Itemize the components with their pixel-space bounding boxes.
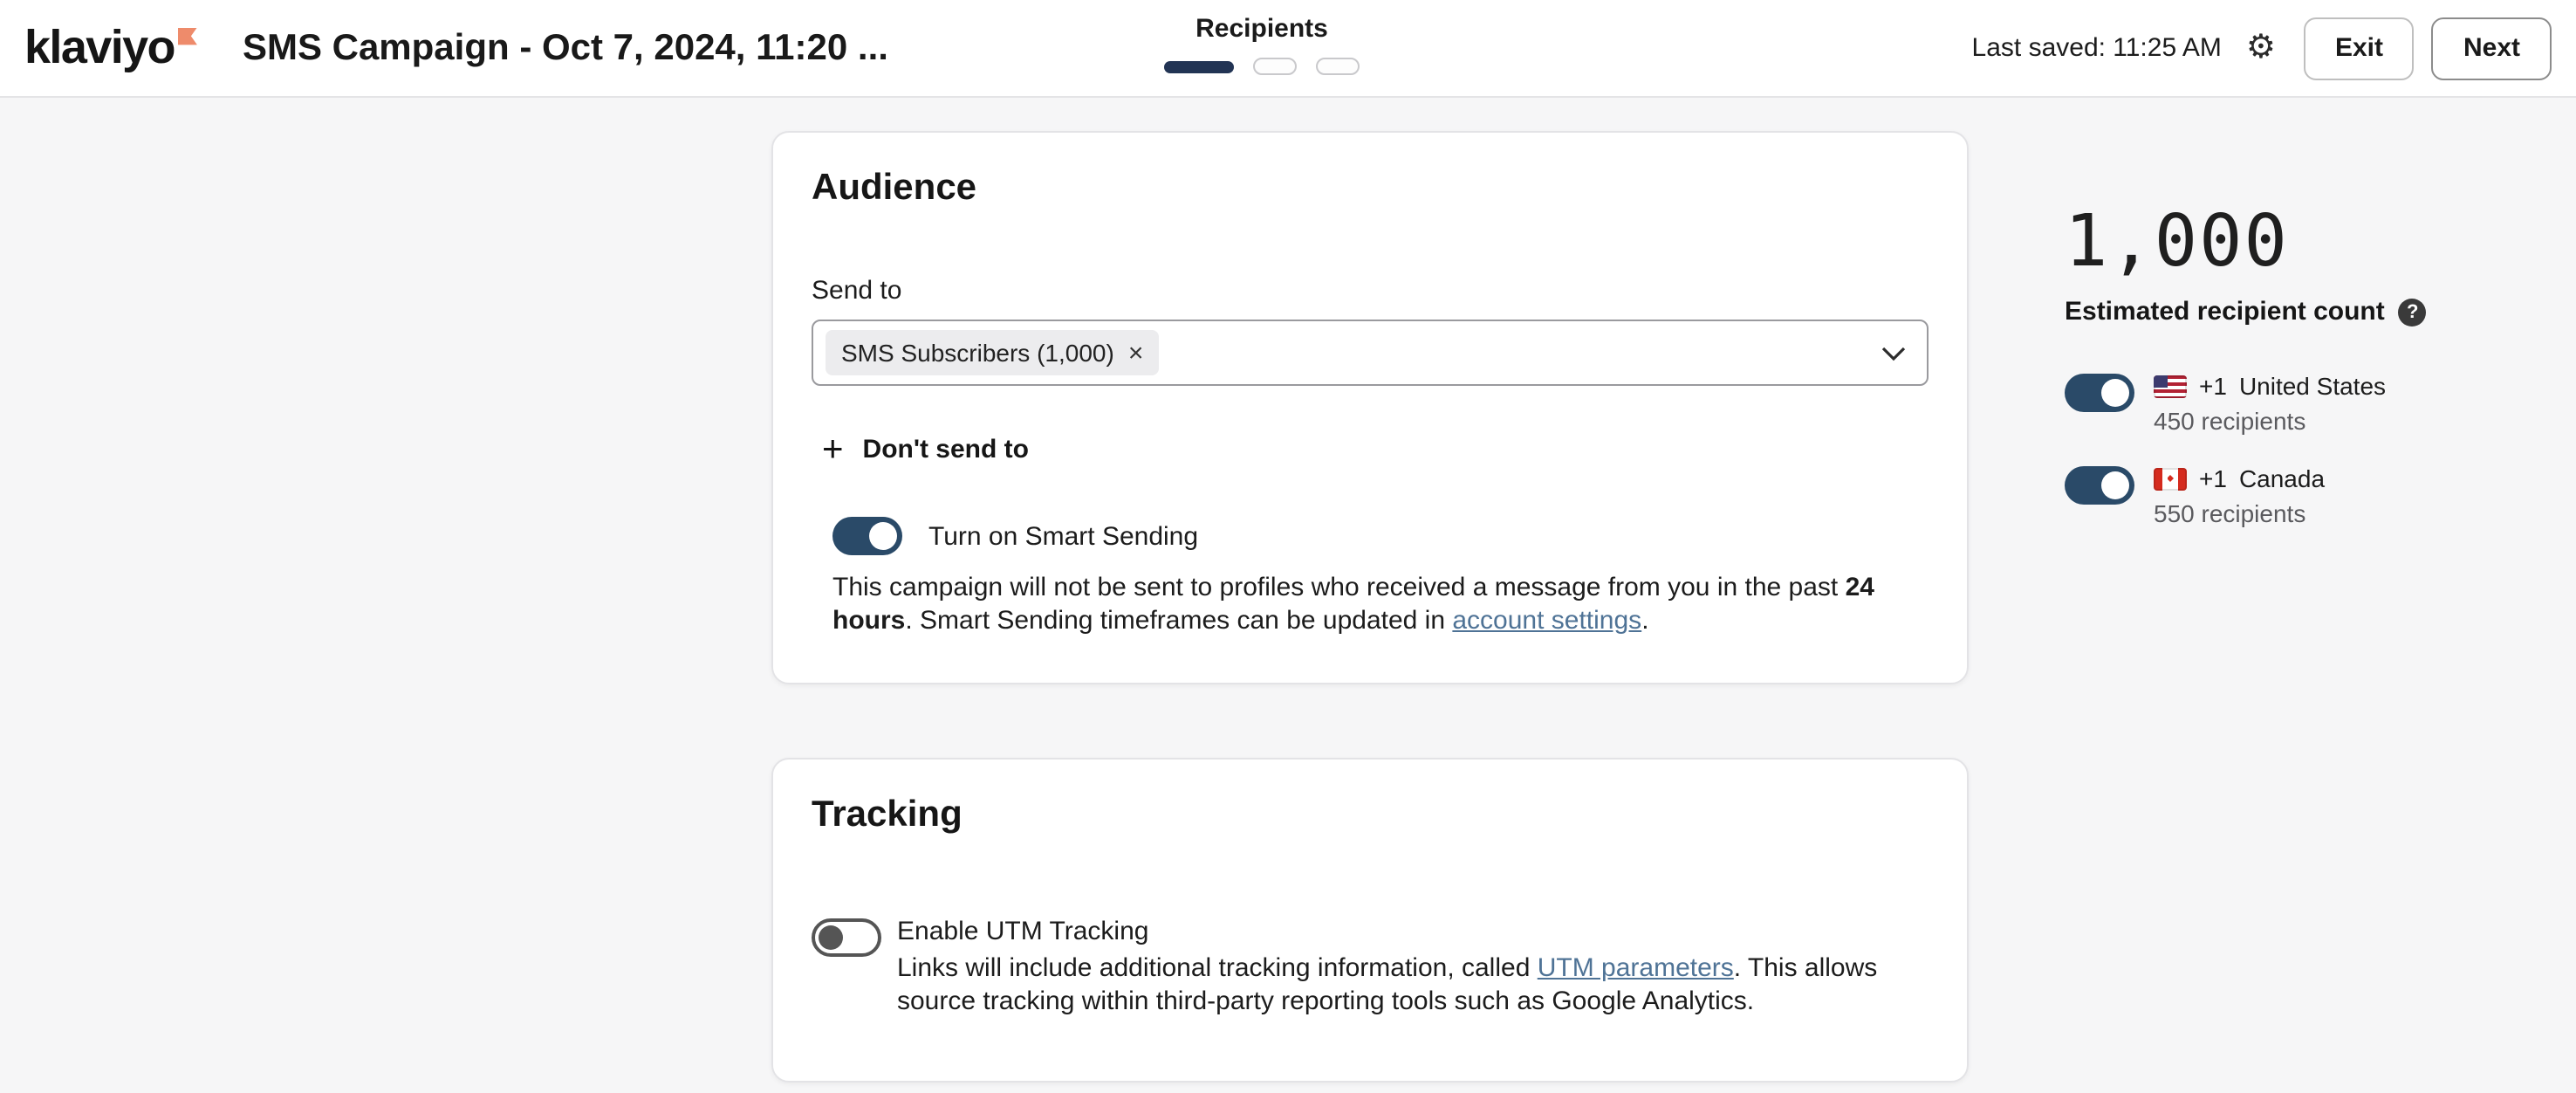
account-settings-link[interactable]: account settings bbox=[1452, 606, 1641, 636]
region-recipient-count: 550 recipients bbox=[2154, 499, 2325, 527]
progress-stepper: Recipients bbox=[1164, 14, 1360, 75]
recipient-chip: SMS Subscribers (1,000) × bbox=[826, 330, 1159, 375]
progress-pill bbox=[1164, 60, 1234, 72]
region-name: Canada bbox=[2239, 464, 2325, 492]
utm-tracking-description: Links will include additional tracking i… bbox=[897, 952, 1901, 1018]
region-code: +1 bbox=[2199, 464, 2227, 492]
klaviyo-flag-icon bbox=[178, 27, 197, 45]
last-saved-text: Last saved: 11:25 AM bbox=[1972, 33, 2222, 63]
smart-sending-section: Turn on Smart Sending This campaign will… bbox=[832, 517, 1929, 637]
utm-tracking-section: Enable UTM Tracking Links will include a… bbox=[812, 917, 1929, 1018]
united-states-toggle[interactable] bbox=[2065, 374, 2134, 412]
progress-pill bbox=[1253, 58, 1297, 75]
exit-button[interactable]: Exit bbox=[2304, 17, 2415, 79]
gear-icon[interactable]: ⚙ bbox=[2246, 31, 2276, 65]
region-row-canada: +1 Canada 550 recipients bbox=[2065, 464, 2536, 527]
klaviyo-logo-text: klaviyo bbox=[24, 22, 175, 73]
canada-toggle[interactable] bbox=[2065, 466, 2134, 505]
chip-remove-icon[interactable]: × bbox=[1128, 340, 1144, 366]
tracking-card: Tracking Enable UTM Tracking Links will … bbox=[771, 758, 1969, 1083]
next-button[interactable]: Next bbox=[2432, 17, 2552, 79]
region-list: +1 United States 450 recipients +1 Canad… bbox=[2065, 372, 2536, 527]
dont-send-to-button[interactable]: + Don't send to bbox=[822, 431, 1929, 468]
sms-campaign-page: klaviyo SMS Campaign - Oct 7, 2024, 11:2… bbox=[0, 0, 2576, 1093]
utm-parameters-link[interactable]: UTM parameters bbox=[1538, 953, 1734, 983]
send-to-input[interactable] bbox=[1173, 337, 1881, 368]
recipient-summary-panel: 1,000 Estimated recipient count ? +1 Uni… bbox=[2065, 199, 2536, 527]
main-content: Audience Send to SMS Subscribers (1,000)… bbox=[0, 98, 2576, 1093]
smart-sending-text-1: This campaign will not be sent to profil… bbox=[832, 573, 1846, 602]
region-row-united-states: +1 United States 450 recipients bbox=[2065, 372, 2536, 435]
klaviyo-logo[interactable]: klaviyo bbox=[24, 22, 197, 73]
utm-tracking-toggle[interactable] bbox=[812, 918, 881, 957]
chevron-down-icon[interactable] bbox=[1881, 345, 1906, 361]
current-step-label: Recipients bbox=[1196, 14, 1328, 44]
utm-tracking-label: Enable UTM Tracking bbox=[897, 917, 1901, 946]
send-to-label: Send to bbox=[812, 276, 1929, 306]
smart-sending-label: Turn on Smart Sending bbox=[928, 521, 1198, 551]
us-flag-icon bbox=[2154, 375, 2187, 397]
recipient-chip-label: SMS Subscribers (1,000) bbox=[841, 339, 1114, 367]
send-to-combobox[interactable]: SMS Subscribers (1,000) × bbox=[812, 320, 1929, 386]
estimated-recipient-count: 1,000 bbox=[2065, 199, 2536, 283]
recipient-count-label: Estimated recipient count bbox=[2065, 297, 2385, 327]
region-code: +1 bbox=[2199, 372, 2227, 400]
canada-flag-icon bbox=[2154, 467, 2187, 490]
audience-heading: Audience bbox=[812, 168, 1929, 210]
campaign-title: SMS Campaign - Oct 7, 2024, 11:20 ... bbox=[243, 27, 888, 69]
top-bar: klaviyo SMS Campaign - Oct 7, 2024, 11:2… bbox=[0, 0, 2576, 98]
dont-send-to-label: Don't send to bbox=[863, 435, 1029, 464]
smart-sending-description: This campaign will not be sent to profil… bbox=[832, 571, 1901, 637]
utm-text-1: Links will include additional tracking i… bbox=[897, 953, 1538, 983]
region-name: United States bbox=[2239, 372, 2386, 400]
smart-sending-text-2: . Smart Sending timeframes can be update… bbox=[905, 606, 1452, 636]
progress-pill bbox=[1316, 58, 1360, 75]
progress-pills bbox=[1164, 58, 1360, 75]
region-recipient-count: 450 recipients bbox=[2154, 407, 2386, 435]
smart-sending-text-3: . bbox=[1641, 606, 1648, 636]
smart-sending-toggle[interactable] bbox=[832, 517, 902, 555]
top-bar-actions: Last saved: 11:25 AM ⚙ Exit Next bbox=[1972, 17, 2552, 79]
help-icon[interactable]: ? bbox=[2399, 298, 2427, 326]
plus-icon: + bbox=[822, 431, 844, 468]
audience-card: Audience Send to SMS Subscribers (1,000)… bbox=[771, 131, 1969, 684]
tracking-heading: Tracking bbox=[812, 794, 1929, 836]
